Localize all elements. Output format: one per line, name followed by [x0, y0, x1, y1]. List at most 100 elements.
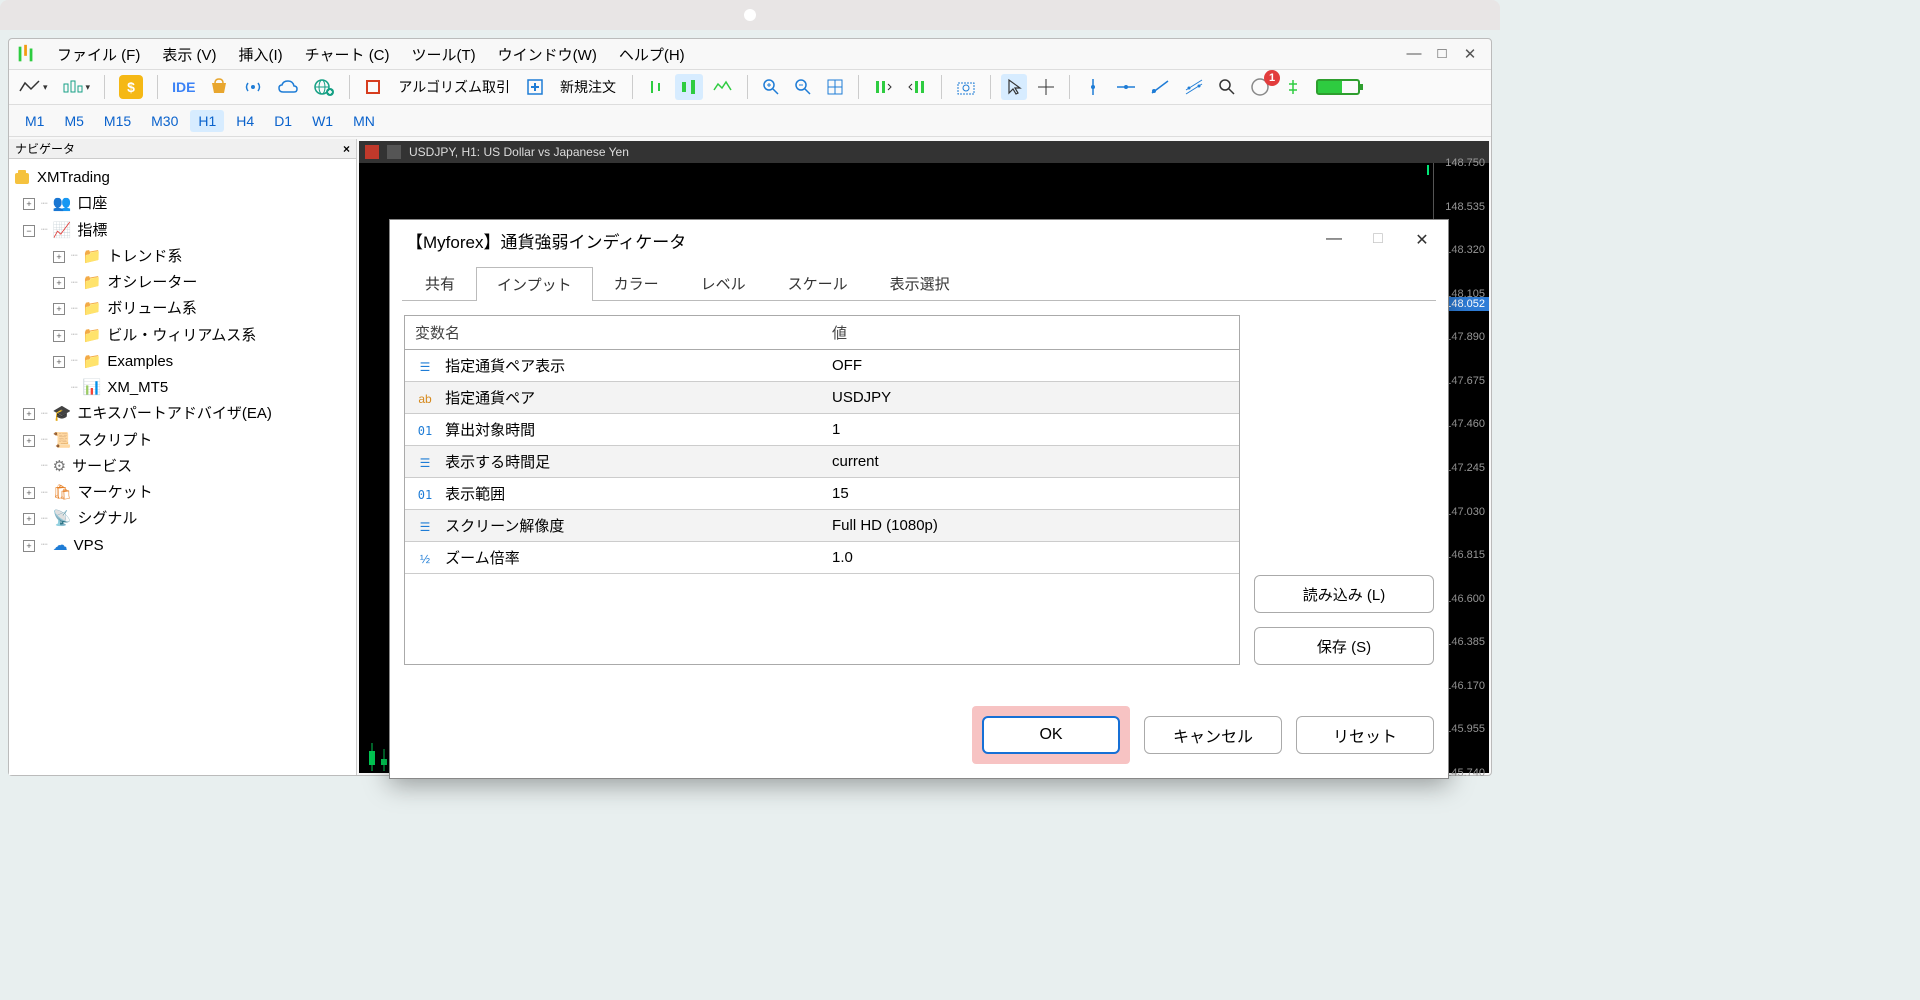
tf-m30[interactable]: M30: [143, 110, 186, 132]
grid-icon[interactable]: [822, 74, 848, 100]
param-row[interactable]: ab 指定通貨ペアUSDJPY: [405, 382, 1239, 414]
dollar-button[interactable]: $: [115, 74, 147, 100]
crosshair-icon[interactable]: [1033, 74, 1059, 100]
window-minimize-icon[interactable]: —: [1405, 45, 1423, 63]
tab-visual[interactable]: 表示選択: [869, 266, 971, 300]
param-row[interactable]: ½ ズーム倍率1.0: [405, 542, 1239, 574]
autoscroll-icon[interactable]: [709, 74, 737, 100]
step-back-icon[interactable]: [869, 74, 897, 100]
search-icon[interactable]: [1214, 74, 1240, 100]
reset-button[interactable]: リセット: [1296, 716, 1434, 754]
menu-view[interactable]: 表示 (V): [152, 42, 226, 67]
tab-color[interactable]: カラー: [593, 266, 680, 300]
tf-h1[interactable]: H1: [190, 110, 224, 132]
save-button[interactable]: 保存 (S): [1254, 627, 1434, 665]
param-row[interactable]: ☰ スクリーン解像度Full HD (1080p): [405, 510, 1239, 542]
ide-button[interactable]: IDE: [168, 74, 199, 100]
menu-window[interactable]: ウインドウ(W): [488, 42, 607, 67]
zoom-in-icon[interactable]: [758, 74, 784, 100]
param-row[interactable]: ☰ 表示する時間足current: [405, 446, 1239, 478]
dialog-close-icon[interactable]: ✕: [1412, 230, 1432, 250]
menu-tools[interactable]: ツール(T): [402, 42, 486, 67]
tree-service[interactable]: ┈⚙サービス: [13, 454, 352, 480]
new-order-icon[interactable]: [522, 74, 548, 100]
dialog-titlebar[interactable]: 【Myforex】通貨強弱インディケータ — □ ✕: [390, 220, 1448, 260]
tab-level[interactable]: レベル: [680, 266, 767, 300]
tf-mn[interactable]: MN: [345, 110, 383, 132]
tf-m1[interactable]: M1: [17, 110, 52, 132]
tree-osc[interactable]: +┈📁オシレーター: [13, 270, 352, 296]
trendline-icon[interactable]: [1146, 74, 1174, 100]
tree-examples[interactable]: +┈📁Examples: [13, 349, 352, 375]
navigator-tree: XMTrading +┈👥口座 −┈📈指標 +┈📁トレンド系 +┈📁オシレーター…: [9, 159, 356, 565]
tree-signal[interactable]: +┈📡シグナル: [13, 506, 352, 532]
param-row[interactable]: ☰ 指定通貨ペア表示OFF: [405, 350, 1239, 382]
bar-chart-icon[interactable]: [643, 74, 669, 100]
tree-ea[interactable]: +┈🎓エキスパートアドバイザ(EA): [13, 401, 352, 427]
tab-indicator-dot: [744, 9, 756, 21]
globe-add-icon[interactable]: [309, 74, 339, 100]
chart-type-dropdown[interactable]: ▾: [58, 74, 95, 100]
tree-account[interactable]: +┈👥口座: [13, 191, 352, 217]
dialog-maximize-icon[interactable]: □: [1368, 230, 1388, 250]
tf-m15[interactable]: M15: [96, 110, 139, 132]
price-tick: 147.030: [1445, 506, 1485, 518]
tab-scale[interactable]: スケール: [767, 266, 869, 300]
tab-input[interactable]: インプット: [476, 267, 593, 301]
window-close-icon[interactable]: ✕: [1461, 45, 1479, 63]
price-tick: 148.320: [1445, 244, 1485, 256]
dialog-minimize-icon[interactable]: —: [1324, 230, 1344, 250]
price-tick: 145.740: [1445, 767, 1485, 779]
tf-d1[interactable]: D1: [266, 110, 300, 132]
price-tick: 146.385: [1445, 636, 1485, 648]
menu-insert[interactable]: 挿入(I): [229, 42, 293, 67]
tree-xm[interactable]: ┈📊XM_MT5: [13, 375, 352, 401]
param-row[interactable]: 01 表示範囲15: [405, 478, 1239, 510]
price-tick: 147.675: [1445, 375, 1485, 387]
alert-icon[interactable]: 1: [1246, 74, 1274, 100]
step-fwd-icon[interactable]: [903, 74, 931, 100]
load-button[interactable]: 読み込み (L): [1254, 575, 1434, 613]
candle-shift-icon[interactable]: [675, 74, 703, 100]
price-tick: 147.890: [1445, 331, 1485, 343]
level-icon[interactable]: [1280, 74, 1306, 100]
menu-file[interactable]: ファイル (F): [47, 42, 150, 67]
line-type-dropdown[interactable]: ▾: [15, 74, 52, 100]
tree-trend[interactable]: +┈📁トレンド系: [13, 244, 352, 270]
ok-highlight: OK: [972, 706, 1130, 764]
shopping-icon[interactable]: [205, 74, 233, 100]
navigator-close-icon[interactable]: ×: [343, 142, 350, 156]
th-name: 変数名: [405, 316, 822, 350]
tab-share[interactable]: 共有: [404, 266, 476, 300]
tree-market[interactable]: +┈🛍マーケット: [13, 480, 352, 506]
cursor-icon[interactable]: [1001, 74, 1027, 100]
signal-icon[interactable]: [239, 74, 267, 100]
price-tick: 148.535: [1445, 201, 1485, 213]
menu-help[interactable]: ヘルプ(H): [609, 42, 695, 67]
tree-bw[interactable]: +┈📁ビル・ウィリアムス系: [13, 323, 352, 349]
tree-indicators[interactable]: −┈📈指標: [13, 218, 352, 244]
tf-m5[interactable]: M5: [56, 110, 91, 132]
screenshot-icon[interactable]: [952, 74, 980, 100]
cloud-icon[interactable]: [273, 74, 303, 100]
param-row[interactable]: 01 算出対象時間1: [405, 414, 1239, 446]
cancel-button[interactable]: キャンセル: [1144, 716, 1282, 754]
tf-w1[interactable]: W1: [304, 110, 341, 132]
tree-root[interactable]: XMTrading: [13, 165, 352, 191]
hline-icon[interactable]: [1112, 74, 1140, 100]
zoom-out-icon[interactable]: [790, 74, 816, 100]
tree-script[interactable]: +┈📜スクリプト: [13, 428, 352, 454]
tree-volume[interactable]: +┈📁ボリューム系: [13, 296, 352, 322]
tf-h4[interactable]: H4: [228, 110, 262, 132]
vline-icon[interactable]: [1080, 74, 1106, 100]
tree-vps[interactable]: +┈☁VPS: [13, 533, 352, 559]
algo-stop-icon[interactable]: [360, 74, 386, 100]
param-table[interactable]: 変数名 値 ☰ 指定通貨ペア表示OFFab 指定通貨ペアUSDJPY01 算出対…: [404, 315, 1240, 665]
algo-trading-label[interactable]: アルゴリズム取引: [392, 77, 516, 97]
chart-icon-2: [387, 145, 401, 159]
menu-chart[interactable]: チャート (C): [295, 42, 400, 67]
window-maximize-icon[interactable]: □: [1433, 45, 1451, 63]
ok-button[interactable]: OK: [982, 716, 1120, 754]
new-order-label[interactable]: 新規注文: [554, 77, 622, 97]
channel-icon[interactable]: [1180, 74, 1208, 100]
